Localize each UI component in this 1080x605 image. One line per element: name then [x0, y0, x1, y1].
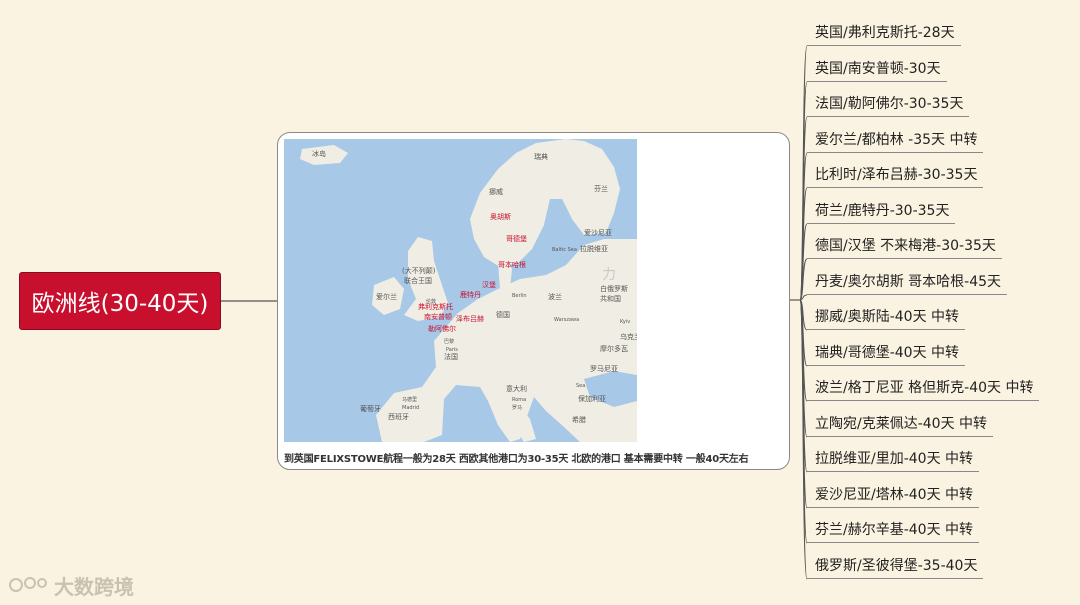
map-image-card[interactable]: 冰岛 挪威 瑞典 芬兰 爱沙尼亚 拉脱维亚 白俄罗斯 共和国 乌克兰 摩尔多瓦 …	[277, 132, 790, 470]
branch-item[interactable]: 拉脱维亚/里加-40天 中转	[807, 446, 980, 472]
svg-text:弗利克斯托: 弗利克斯托	[418, 302, 453, 311]
svg-text:奥胡斯: 奥胡斯	[490, 212, 511, 221]
svg-text:联合王国: 联合王国	[404, 276, 432, 285]
branch-label: 芬兰/赫尔辛基-40天 中转	[815, 522, 974, 538]
branch-item[interactable]: 挪威/奥斯陆-40天 中转	[807, 304, 966, 330]
svg-text:共和国: 共和国	[600, 294, 621, 303]
branch-item[interactable]: 德国/汉堡 不来梅港-30-35天	[807, 233, 1002, 259]
svg-text:Berlin: Berlin	[512, 293, 527, 299]
svg-text:瑞典: 瑞典	[534, 152, 548, 161]
svg-text:Sea: Sea	[576, 383, 585, 389]
svg-text:拉脱维亚: 拉脱维亚	[580, 244, 608, 253]
svg-text:勒阿佛尔: 勒阿佛尔	[428, 324, 456, 333]
branch-item[interactable]: 芬兰/赫尔辛基-40天 中转	[807, 517, 980, 543]
svg-text:Roma: Roma	[512, 397, 526, 403]
branch-label: 荷兰/鹿特丹-30-35天	[815, 203, 950, 219]
svg-text:意大利: 意大利	[506, 384, 527, 393]
branch-item[interactable]: 爱尔兰/都柏林 -35天 中转	[807, 127, 984, 153]
branch-item[interactable]: 爱沙尼亚/塔林-40天 中转	[807, 482, 980, 508]
svg-text:摩尔多瓦: 摩尔多瓦	[600, 344, 628, 353]
brand-name: 大数跨境	[54, 574, 134, 599]
branch-item[interactable]: 俄罗斯/圣彼得堡-35-40天	[807, 553, 984, 579]
svg-text:鹿特丹: 鹿特丹	[460, 290, 481, 299]
svg-text:西班牙: 西班牙	[388, 412, 409, 421]
svg-text:挪威: 挪威	[489, 187, 503, 196]
map-caption: 到英国FELIXSTOWE航程一般为28天 西欧其他港口为30-35天 北欧的港…	[284, 454, 749, 465]
branch-item[interactable]: 丹麦/奥尔胡斯 哥本哈根-45天	[807, 269, 1008, 295]
svg-text:Warszawa: Warszawa	[554, 317, 579, 323]
svg-text:罗马尼亚: 罗马尼亚	[590, 365, 618, 373]
branch-item[interactable]: 波兰/格丁尼亚 格但斯克-40天 中转	[807, 375, 1040, 401]
brand-logo-icon	[9, 577, 47, 592]
branch-label: 瑞典/哥德堡-40天 中转	[815, 345, 960, 361]
svg-text:力: 力	[602, 267, 616, 283]
svg-text:德国: 德国	[496, 310, 510, 319]
svg-text:(大不列颠): (大不列颠)	[402, 266, 436, 275]
svg-text:波兰: 波兰	[548, 292, 562, 301]
branch-label: 拉脱维亚/里加-40天 中转	[815, 451, 974, 467]
branch-label: 挪威/奥斯陆-40天 中转	[815, 309, 960, 325]
svg-text:Baltic Sea: Baltic Sea	[552, 247, 577, 253]
branch-label: 比利时/泽布吕赫-30-35天	[815, 167, 978, 183]
svg-text:哥本哈根: 哥本哈根	[498, 260, 526, 269]
branch-label: 俄罗斯/圣彼得堡-35-40天	[815, 558, 978, 574]
svg-text:Kyiv: Kyiv	[620, 319, 630, 325]
svg-text:罗马: 罗马	[512, 404, 522, 411]
branch-label: 爱沙尼亚/塔林-40天 中转	[815, 487, 974, 503]
svg-text:保加利亚: 保加利亚	[578, 394, 606, 403]
svg-text:乌克兰: 乌克兰	[620, 332, 637, 341]
branch-label: 英国/南安普顿-30天	[815, 61, 941, 77]
branch-label: 波兰/格丁尼亚 格但斯克-40天 中转	[815, 380, 1034, 396]
svg-text:Paris: Paris	[446, 347, 458, 353]
svg-text:哥德堡: 哥德堡	[506, 234, 527, 243]
svg-text:芬兰: 芬兰	[594, 184, 608, 193]
branch-label: 法国/勒阿佛尔-30-35天	[815, 96, 964, 112]
branch-label: 英国/弗利克斯托-28天	[815, 25, 955, 41]
branch-item[interactable]: 英国/弗利克斯托-28天	[807, 20, 961, 46]
svg-text:泽布吕赫: 泽布吕赫	[456, 314, 484, 323]
mindmap-canvas: 欧洲线(30-40天) 冰岛 挪威 瑞典 芬兰 爱沙尼亚 拉脱维亚 白俄罗斯 共…	[0, 0, 1080, 605]
branch-item[interactable]: 英国/南安普顿-30天	[807, 56, 947, 82]
branch-label: 爱尔兰/都柏林 -35天 中转	[815, 132, 978, 148]
svg-text:马德里: 马德里	[402, 396, 417, 403]
svg-text:Madrid: Madrid	[402, 405, 419, 411]
branch-label: 立陶宛/克莱佩达-40天 中转	[815, 416, 988, 432]
svg-text:白俄罗斯: 白俄罗斯	[600, 284, 628, 293]
svg-text:爱沙尼亚: 爱沙尼亚	[584, 229, 612, 237]
branch-label: 德国/汉堡 不来梅港-30-35天	[815, 238, 996, 254]
brand-watermark: 大数跨境	[8, 571, 134, 599]
svg-text:汉堡: 汉堡	[482, 280, 496, 289]
svg-text:爱尔兰: 爱尔兰	[376, 292, 397, 301]
europe-map-image: 冰岛 挪威 瑞典 芬兰 爱沙尼亚 拉脱维亚 白俄罗斯 共和国 乌克兰 摩尔多瓦 …	[284, 139, 637, 442]
branch-label: 丹麦/奥尔胡斯 哥本哈根-45天	[815, 274, 1002, 290]
branch-item[interactable]: 比利时/泽布吕赫-30-35天	[807, 162, 984, 188]
branch-item[interactable]: 荷兰/鹿特丹-30-35天	[807, 198, 956, 224]
branch-item[interactable]: 立陶宛/克莱佩达-40天 中转	[807, 411, 994, 437]
branch-item[interactable]: 法国/勒阿佛尔-30-35天	[807, 91, 970, 117]
svg-text:葡萄牙: 葡萄牙	[360, 404, 381, 413]
branch-item[interactable]: 瑞典/哥德堡-40天 中转	[807, 340, 966, 366]
branch-connectors	[799, 45, 808, 580]
svg-text:南安普顿: 南安普顿	[424, 312, 452, 321]
svg-text:巴黎: 巴黎	[444, 338, 454, 345]
root-label: 欧洲线(30-40天)	[31, 291, 209, 317]
root-node[interactable]: 欧洲线(30-40天)	[19, 272, 221, 330]
svg-text:冰岛: 冰岛	[312, 149, 326, 158]
svg-text:希腊: 希腊	[572, 415, 586, 424]
svg-text:法国: 法国	[444, 352, 458, 361]
